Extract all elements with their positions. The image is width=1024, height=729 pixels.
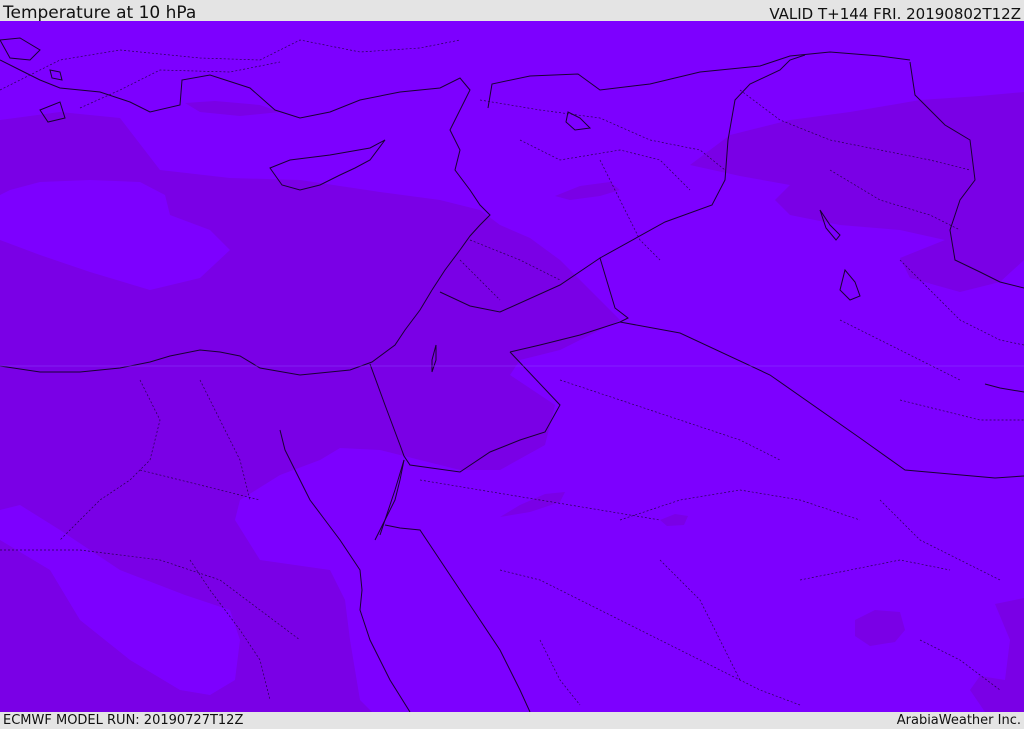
header-bar: Temperature at 10 hPa VALID T+144 FRI. 2… — [0, 0, 1024, 23]
model-run: ECMWF MODEL RUN: 20190727T12Z — [3, 713, 244, 728]
weather-map[interactable] — [0, 21, 1024, 712]
provider-credit: ArabiaWeather Inc. — [896, 713, 1021, 728]
map-canvas — [0, 21, 1024, 712]
footer-bar: ECMWF MODEL RUN: 20190727T12Z ArabiaWeat… — [0, 712, 1024, 729]
map-title: Temperature at 10 hPa — [3, 3, 197, 23]
